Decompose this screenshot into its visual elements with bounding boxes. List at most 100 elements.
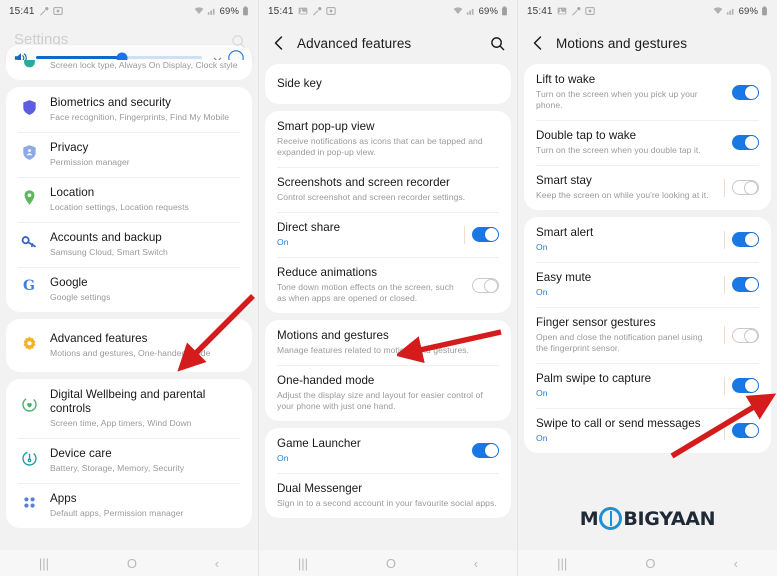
toggle-knob — [485, 228, 498, 241]
list-item-subtitle: Turn on the screen when you pick up your… — [536, 89, 698, 110]
key-icon — [18, 234, 40, 251]
list-item-motions-and-gestures[interactable]: Motions and gestures Manage features rel… — [265, 320, 511, 365]
list-item-swipe-to-call[interactable]: Swipe to call or send messages On — [524, 408, 771, 453]
list-item-direct-share[interactable]: Direct share On — [265, 212, 511, 257]
battery-icon — [242, 6, 249, 16]
sidebar-item-apps[interactable]: Apps Default apps, Permission manager — [6, 483, 252, 528]
navigation-bar: ||| O ‹ — [518, 550, 777, 576]
list-item-status: On — [536, 433, 548, 443]
watermark-part2: BIGYAAN — [623, 507, 716, 530]
volume-slider-track[interactable] — [36, 52, 202, 63]
sidebar-item-biometrics[interactable]: Biometrics and security Face recognition… — [6, 87, 252, 132]
list-item-side-key[interactable]: Side key — [265, 64, 511, 104]
sidebar-item-accounts[interactable]: Accounts and backup Samsung Cloud, Smart… — [6, 222, 252, 267]
list-item-body: Privacy Permission manager — [50, 141, 240, 168]
list-item-control — [464, 225, 499, 244]
list-item-body: Double tap to wake Turn on the screen wh… — [536, 129, 724, 156]
list-item-control — [724, 326, 759, 344]
home-button[interactable]: O — [386, 557, 396, 570]
card-security-group: Biometrics and security Face recognition… — [6, 87, 252, 312]
toggle-lift-to-wake[interactable] — [732, 84, 759, 100]
status-time: 15:41 — [527, 5, 553, 17]
sidebar-item-google[interactable]: G Google Google settings — [6, 267, 252, 312]
screenshot-icon — [52, 6, 63, 16]
battery-percent: 69% — [738, 5, 758, 17]
advanced-features-list[interactable]: Side key Smart pop-up view Receive notif… — [259, 64, 517, 550]
list-item-smart-popup-view[interactable]: Smart pop-up view Receive notifications … — [265, 111, 511, 167]
toggle-palm-swipe-to-capture[interactable] — [732, 378, 759, 393]
list-item-dual-messenger[interactable]: Dual Messenger Sign in to a second accou… — [265, 473, 511, 518]
status-bar: 15:41 69% — [0, 0, 258, 22]
list-item-title: Lift to wake — [536, 73, 596, 86]
location-icon — [18, 189, 40, 206]
list-item-smart-stay[interactable]: Smart stay Keep the screen on while you'… — [524, 165, 771, 210]
list-item-title: Accounts and backup — [50, 231, 162, 244]
back-button[interactable]: ‹ — [474, 557, 478, 570]
list-item-reduce-animations[interactable]: Reduce animations Tone down motion effec… — [265, 257, 511, 313]
list-item-screenshots-recorder[interactable]: Screenshots and screen recorder Control … — [265, 167, 511, 212]
watermark-mobigyaan: M BIGYAAN — [518, 507, 777, 530]
list-item-easy-mute[interactable]: Easy mute On — [524, 262, 771, 307]
back-button[interactable]: ‹ — [734, 557, 738, 570]
list-item-one-handed-mode[interactable]: One-handed mode Adjust the display size … — [265, 365, 511, 421]
recents-button[interactable]: ||| — [298, 557, 308, 570]
toggle-reduce-animations[interactable] — [472, 277, 499, 293]
recents-button[interactable]: ||| — [557, 557, 567, 570]
toggle-direct-share[interactable] — [472, 227, 499, 242]
list-item-body: Screen lock type, Always On Display, Clo… — [50, 60, 240, 71]
list-item-title: Swipe to call or send messages — [536, 417, 701, 430]
battery-icon — [761, 6, 768, 16]
home-button[interactable]: O — [645, 557, 655, 570]
screenshot-icon — [584, 6, 595, 16]
list-item-control — [732, 135, 759, 150]
sidebar-item-advanced-features[interactable]: Advanced features Motions and gestures, … — [6, 319, 252, 372]
sidebar-item-location[interactable]: Location Location settings, Location req… — [6, 177, 252, 222]
list-item-double-tap-to-wake[interactable]: Double tap to wake Turn on the screen wh… — [524, 120, 771, 165]
sidebar-item-digital-wellbeing[interactable]: Digital Wellbeing and parental controls … — [6, 379, 252, 438]
list-item-game-launcher[interactable]: Game Launcher On — [265, 428, 511, 473]
list-item-smart-alert[interactable]: Smart alert On — [524, 217, 771, 262]
recents-button[interactable]: ||| — [39, 557, 49, 570]
list-item[interactable]: Screen lock type, Always On Display, Clo… — [6, 60, 252, 80]
list-item-finger-sensor-gestures[interactable]: Finger sensor gestures Open and close th… — [524, 307, 771, 363]
back-button[interactable]: ‹ — [215, 557, 219, 570]
card-advanced-group-1: Smart pop-up view Receive notifications … — [265, 111, 511, 313]
toggle-knob — [745, 136, 758, 149]
toggle-game-launcher[interactable] — [472, 443, 499, 458]
motions-gestures-list[interactable]: Lift to wake Turn on the screen when you… — [518, 64, 777, 550]
toggle-smart-alert[interactable] — [732, 232, 759, 247]
search-icon[interactable] — [490, 36, 505, 51]
toggle-double-tap-to-wake[interactable] — [732, 135, 759, 150]
list-item-control — [472, 443, 499, 458]
app-bar-advanced-features: Advanced features — [259, 22, 517, 64]
sidebar-item-privacy[interactable]: Privacy Permission manager — [6, 132, 252, 177]
list-item-palm-swipe-to-capture[interactable]: Palm swipe to capture On — [524, 363, 771, 408]
settings-list[interactable]: Screen lock type, Always On Display, Clo… — [0, 60, 258, 550]
back-chevron-icon[interactable] — [530, 35, 546, 51]
toggle-swipe-to-call[interactable] — [732, 423, 759, 438]
list-item-lift-to-wake[interactable]: Lift to wake Turn on the screen when you… — [524, 64, 771, 120]
list-item-title: Smart alert — [536, 226, 594, 239]
toggle-smart-stay[interactable] — [732, 180, 759, 195]
list-item-body: Side key — [277, 77, 499, 91]
toggle-easy-mute[interactable] — [732, 277, 759, 292]
gear-flower-icon — [18, 335, 40, 352]
list-item-body: Easy mute On — [536, 271, 716, 298]
list-item-body: Game Launcher On — [277, 437, 464, 464]
list-item-title: Biometrics and security — [50, 96, 171, 109]
toggle-knob — [745, 424, 758, 437]
list-item-control — [724, 275, 759, 294]
phone-screen-advanced-features: 15:41 69% Advanced features Side key Sma… — [259, 0, 518, 576]
back-chevron-icon[interactable] — [271, 35, 287, 51]
sidebar-item-device-care[interactable]: Device care Battery, Storage, Memory, Se… — [6, 438, 252, 483]
signal-icon — [207, 6, 217, 16]
home-button[interactable]: O — [127, 557, 137, 570]
google-icon: G — [23, 278, 35, 294]
signal-icon — [466, 6, 476, 16]
search-icon[interactable] — [231, 34, 246, 49]
list-item-body: Device care Battery, Storage, Memory, Se… — [50, 447, 240, 474]
toggle-finger-sensor-gestures[interactable] — [732, 327, 759, 343]
image-icon — [298, 6, 308, 16]
list-item-control — [724, 178, 759, 197]
list-item-body: Smart alert On — [536, 226, 716, 253]
